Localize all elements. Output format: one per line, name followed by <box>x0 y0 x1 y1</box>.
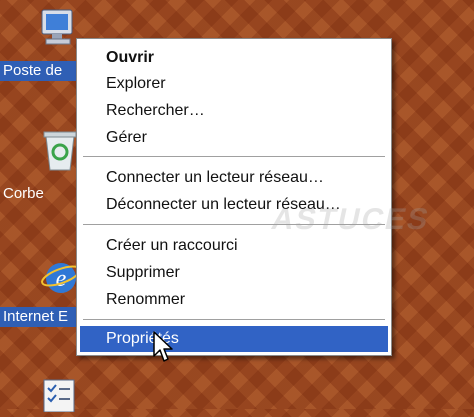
menu-item-properties[interactable]: Propriétés <box>80 326 388 352</box>
desktop-icon-label: Internet E <box>0 307 84 327</box>
menu-item-rename[interactable]: Renommer <box>80 287 388 313</box>
desktop-icon-label: Corbe <box>3 185 44 202</box>
desktop-icon-my-computer[interactable]: Poste de <box>0 0 78 84</box>
menu-item-delete[interactable]: Supprimer <box>80 260 388 286</box>
menu-item-search[interactable]: Rechercher… <box>80 98 388 124</box>
menu-item-explore[interactable]: Explorer <box>80 71 388 97</box>
watermark: ASTUCES <box>268 203 433 236</box>
menu-item-map-network-drive[interactable]: Connecter un lecteur réseau… <box>80 165 388 191</box>
menu-item-manage[interactable]: Gérer <box>80 125 388 151</box>
context-menu: Ouvrir Explorer Rechercher… Gérer Connec… <box>76 38 392 356</box>
checklist-icon <box>42 378 78 417</box>
desktop-icon-checklist[interactable] <box>0 372 78 413</box>
recycle-bin-icon <box>40 128 80 179</box>
desktop-icon-label: Poste de <box>0 61 78 81</box>
desktop-icon-recycle-bin[interactable]: Corbe <box>0 124 78 208</box>
menu-separator <box>83 156 385 157</box>
menu-separator <box>83 319 385 320</box>
desktop-icon-internet-explorer[interactable]: e Internet E <box>0 252 84 332</box>
menu-item-open[interactable]: Ouvrir <box>80 45 388 71</box>
mouse-pointer-icon <box>152 330 176 369</box>
